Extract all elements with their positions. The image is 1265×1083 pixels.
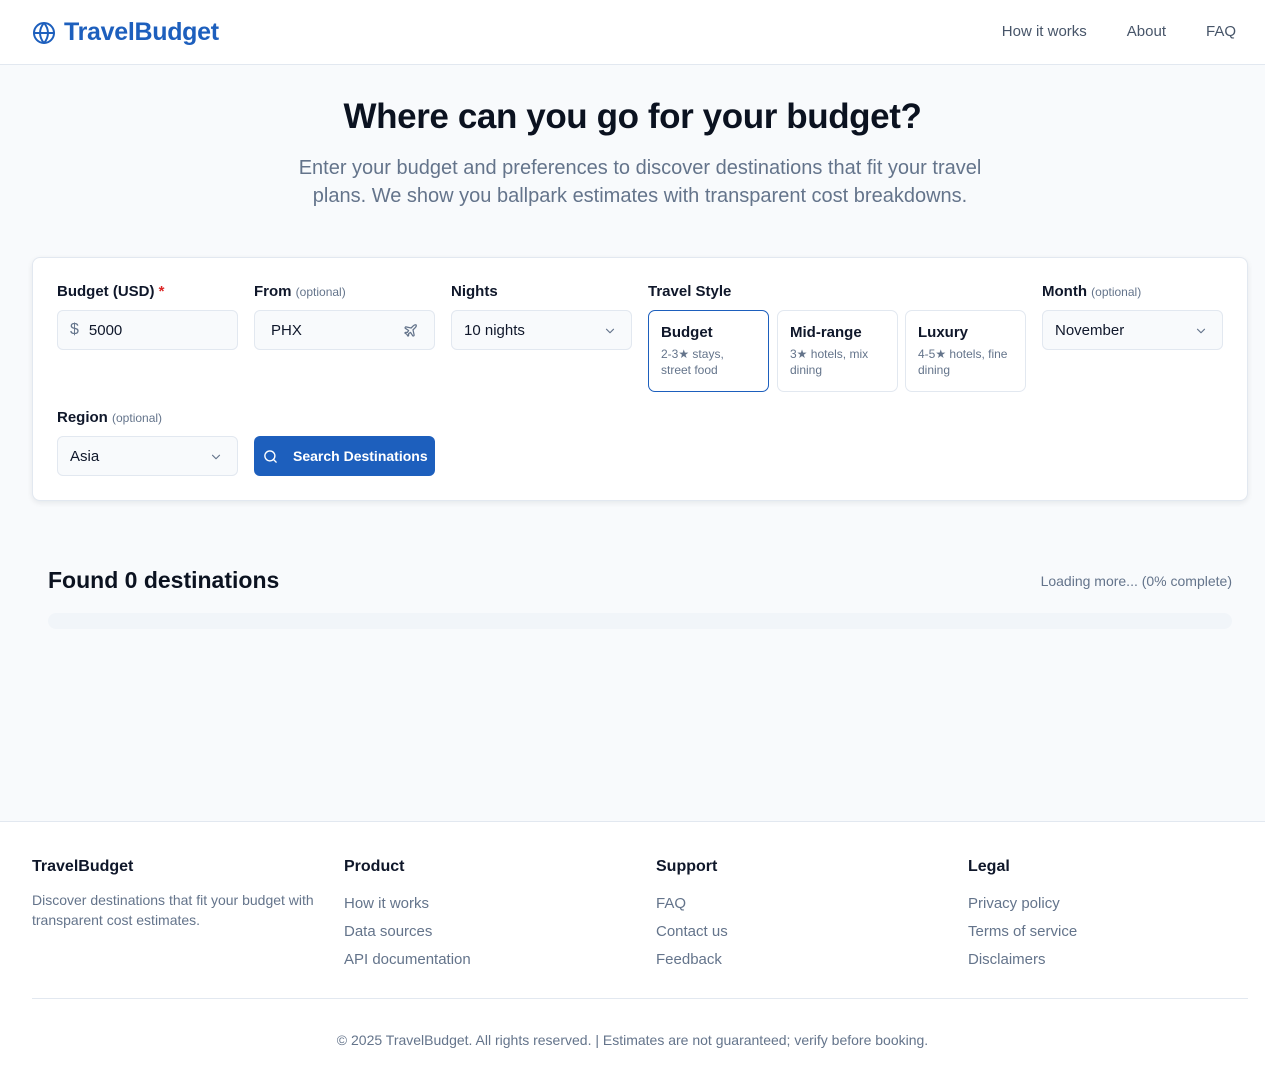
footer-product: Product How it works Data sources API do… (344, 858, 471, 974)
search-destinations-button[interactable]: Search Destinations (254, 436, 435, 476)
required-mark: * (158, 283, 165, 300)
footer-link-faq[interactable]: FAQ (656, 890, 728, 918)
footer-link-feedback[interactable]: Feedback (656, 946, 728, 974)
brand-logo[interactable]: TravelBudget (32, 18, 219, 47)
month-value: November (1055, 321, 1125, 339)
footer-brand-title: TravelBudget (32, 858, 134, 875)
footer-support-title: Support (656, 858, 718, 875)
footer-legal: Legal Privacy policy Terms of service Di… (968, 858, 1077, 974)
footer-brand-desc: Discover destinations that fit your budg… (32, 892, 314, 928)
nights-select[interactable]: 10 nights (451, 310, 632, 350)
nav-how-it-works[interactable]: How it works (1002, 23, 1087, 40)
footer-link-disclaimers[interactable]: Disclaimers (968, 946, 1077, 974)
month-label: Month (optional) (1042, 283, 1142, 300)
nav-about[interactable]: About (1127, 23, 1166, 40)
footer-link-contact[interactable]: Contact us (656, 918, 728, 946)
month-select[interactable]: November (1042, 310, 1223, 350)
region-value: Asia (70, 447, 100, 465)
results-progress-bar (48, 613, 1232, 629)
footer-link-data-sources[interactable]: Data sources (344, 918, 471, 946)
budget-input[interactable]: $ 5000 (57, 310, 238, 350)
footer-link-how-it-works[interactable]: How it works (344, 890, 471, 918)
footer-link-terms[interactable]: Terms of service (968, 918, 1077, 946)
nights-value: 10 nights (464, 321, 525, 339)
style-option-luxury[interactable]: Luxury 4-5★ hotels, fine dining (905, 310, 1026, 392)
search-icon (264, 449, 277, 463)
copyright-text: © 2025 TravelBudget. All rights reserved… (336, 1032, 929, 1048)
dollar-icon: $ (70, 321, 79, 338)
footer-link-api-docs[interactable]: API documentation (344, 946, 471, 974)
region-select[interactable]: Asia (57, 436, 238, 476)
footer-divider (32, 998, 1248, 999)
style-option-mid-range[interactable]: Mid-range 3★ hotels, mix dining (777, 310, 898, 392)
search-button-label: Search Destinations (293, 448, 428, 464)
nights-label: Nights (451, 283, 498, 300)
hero-title: Where can you go for your budget? (343, 97, 922, 136)
nav-faq[interactable]: FAQ (1206, 23, 1236, 40)
hero-subtitle: Enter your budget and preferences to dis… (298, 157, 982, 207)
main-nav: How it works About FAQ (1002, 23, 1236, 40)
footer-support: Support FAQ Contact us Feedback (656, 858, 728, 974)
chevron-down-icon (211, 454, 221, 460)
site-header: TravelBudget How it works About FAQ (0, 0, 1265, 65)
from-value: PHX (271, 321, 302, 339)
plane-icon (404, 324, 417, 337)
results-count: Found 0 destinations (48, 567, 280, 593)
brand-name: TravelBudget (64, 18, 219, 46)
search-form-card: Budget (USD) * $ 5000 From (optional) PH… (32, 257, 1248, 501)
site-footer: TravelBudget Discover destinations that … (0, 821, 1265, 1083)
chevron-down-icon (1196, 328, 1206, 334)
style-option-budget[interactable]: Budget 2-3★ stays, street food (648, 310, 769, 392)
from-input[interactable]: PHX (254, 310, 435, 350)
footer-link-privacy[interactable]: Privacy policy (968, 890, 1077, 918)
footer-product-title: Product (344, 858, 405, 875)
footer-legal-title: Legal (968, 858, 1010, 875)
travel-style-label: Travel Style (648, 283, 732, 300)
loading-status: Loading more... (0% complete) (1040, 573, 1232, 589)
budget-value: 5000 (88, 321, 123, 339)
from-label: From (optional) (254, 283, 346, 300)
chevron-down-icon (605, 328, 615, 334)
region-label: Region (optional) (57, 409, 163, 426)
globe-icon (33, 21, 55, 44)
footer-brand: TravelBudget Discover destinations that … (32, 858, 322, 930)
budget-label: Budget (USD) * (57, 283, 165, 300)
